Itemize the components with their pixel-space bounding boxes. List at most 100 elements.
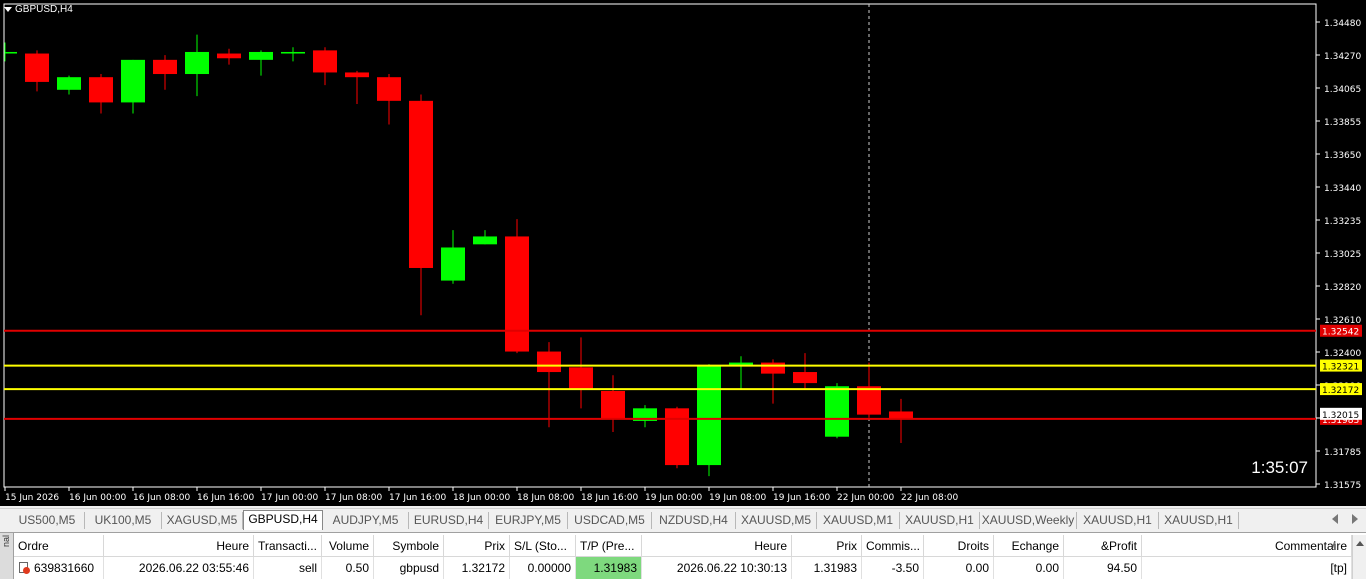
column-header-symbol[interactable]: Symbole [374, 535, 444, 557]
price-tick-label: 1.31785 [1324, 448, 1361, 458]
column-header-price[interactable]: Prix [444, 535, 510, 557]
candle-body[interactable] [441, 247, 465, 281]
cell-close_price: 1.31983 [792, 557, 862, 579]
price-tick-label: 1.32820 [1324, 283, 1361, 293]
tab-xagusd-m5-2[interactable]: XAGUSD,M5 [162, 512, 243, 529]
cell-price: 1.32172 [444, 557, 510, 579]
column-header-close_time[interactable]: Heure [642, 535, 792, 557]
tab-xauusd-m1-10[interactable]: XAUUSD,M1 [817, 512, 900, 529]
history-table-header: Ordre Heure Transacti... Volume Symbole Prix S… [14, 535, 1366, 557]
cell-comment: [tp] [1142, 557, 1352, 579]
candle-body[interactable] [121, 59, 145, 103]
candle-body[interactable] [153, 59, 177, 75]
tab-xauusd-m5-9[interactable]: XAUUSD,M5 [736, 512, 817, 529]
candle-body[interactable] [857, 386, 881, 415]
tab-xauusd-weekly-12[interactable]: XAUUSD,Weekly [980, 512, 1077, 529]
candle-body[interactable] [217, 53, 241, 59]
tab-usdcad-m5-7[interactable]: USDCAD,M5 [568, 512, 652, 529]
tab-nzdusd-h4-8[interactable]: NZDUSD,H4 [652, 512, 736, 529]
candle-body[interactable] [281, 51, 305, 54]
candle-body[interactable] [665, 408, 689, 466]
candle-body[interactable] [793, 372, 817, 384]
tabs-scroll-right-icon[interactable] [1352, 514, 1358, 524]
tab-uk100-m5-1[interactable]: UK100,M5 [85, 512, 162, 529]
tab-xauusd-h1-13[interactable]: XAUUSD,H1 [1077, 512, 1159, 529]
price-tick-label: 1.33855 [1324, 118, 1361, 128]
column-header-order[interactable]: Ordre [14, 535, 104, 557]
price-tick-label: 1.34480 [1324, 19, 1361, 29]
tab-xauusd-h1-14[interactable]: XAUUSD,H1 [1159, 512, 1239, 529]
cell-profit: 94.50 [1064, 557, 1142, 579]
time-tick-label: 16 Jun 00:00 [69, 493, 126, 503]
candle-body[interactable] [57, 77, 81, 90]
tab-us500-m5-0[interactable]: US500,M5 [10, 512, 85, 529]
candle-body[interactable] [825, 386, 849, 437]
candle-body[interactable] [89, 77, 113, 103]
price-tick-label: 1.32610 [1324, 316, 1361, 326]
tabs-scroll-left-icon[interactable] [1332, 514, 1338, 524]
time-tick-label: 15 Jun 2026 [5, 493, 59, 503]
candle-body[interactable] [409, 100, 433, 268]
sort-indicator-icon: / [1332, 540, 1336, 552]
chart-canvas[interactable]: 1.34480 1.34270 1.34065 1.33855 1.33650 1.334… [0, 0, 1366, 506]
candle-body[interactable] [537, 351, 561, 373]
time-tick-label: 16 Jun 16:00 [197, 493, 254, 503]
column-header-tp[interactable]: T/P (Pre... [576, 535, 642, 557]
price-tick-label: 1.34270 [1324, 52, 1361, 62]
candle-body[interactable] [313, 50, 337, 73]
cell-close_time: 2026.06.22 10:30:13 [642, 557, 792, 579]
column-header-exchange[interactable]: Echange [994, 535, 1064, 557]
candle-body[interactable] [473, 236, 497, 245]
column-header-type[interactable]: Transacti... [254, 535, 322, 557]
price-chart[interactable]: 1.34480 1.34270 1.34065 1.33855 1.33650 1.334… [0, 0, 1366, 506]
candle-body[interactable] [5, 51, 17, 54]
candle-body[interactable] [505, 236, 529, 352]
candle-body[interactable] [249, 51, 273, 60]
column-header-time[interactable]: Heure [104, 535, 254, 557]
time-tick-label: 18 Jun 16:00 [581, 493, 638, 503]
column-header-comment[interactable]: Commentaire [1142, 535, 1352, 557]
tab-audjpy-m5-4[interactable]: AUDJPY,M5 [323, 512, 409, 529]
column-header-profit[interactable]: &Profit [1064, 535, 1142, 557]
price-tick-label: 1.31575 [1324, 481, 1361, 491]
candle-body[interactable] [185, 51, 209, 75]
terminal-scrollbar[interactable] [1352, 535, 1366, 579]
tab-eurusd-h4-5[interactable]: EURUSD,H4 [409, 512, 489, 529]
chart-frame [3, 3, 1317, 488]
column-header-swap[interactable]: Droits [924, 535, 994, 557]
price-tick-label: 1.33650 [1324, 151, 1361, 161]
time-tick-label: 17 Jun 16:00 [389, 493, 446, 503]
column-header-close_price[interactable]: Prix [792, 535, 862, 557]
table-row[interactable]: 639831660 2026.06.22 03:55:46 sell 0.50 gbpu… [14, 557, 1366, 579]
candle-body[interactable] [601, 390, 625, 420]
price-tick-label: 1.33440 [1324, 184, 1361, 194]
cell-type: sell [254, 557, 322, 579]
time-tick-label: 22 Jun 08:00 [901, 493, 958, 503]
tab-xauusd-h1-11[interactable]: XAUUSD,H1 [900, 512, 980, 529]
candle-body[interactable] [697, 365, 721, 466]
tab-gbpusd-h4-3[interactable]: GBPUSD,H4 [243, 510, 323, 530]
cell-symbol: gbpusd [374, 557, 444, 579]
candle-body[interactable] [25, 53, 49, 82]
bar-countdown: 1:35:07 [1251, 458, 1308, 477]
time-tick-label: 19 Jun 16:00 [773, 493, 830, 503]
tab-eurjpy-m5-6[interactable]: EURJPY,M5 [489, 512, 568, 529]
candle-body[interactable] [377, 77, 401, 101]
chart-title-text: GBPUSD,H4 [15, 4, 73, 15]
cell-sl: 0.00000 [510, 557, 576, 579]
cell-swap: 0.00 [924, 557, 994, 579]
column-header-sl[interactable]: S/L (Sto... [510, 535, 576, 557]
candle-body[interactable] [345, 72, 369, 78]
column-header-commission[interactable]: Commis... [862, 535, 924, 557]
cell-commission: -3.50 [862, 557, 924, 579]
column-header-volume[interactable]: Volume [322, 535, 374, 557]
cell-order: 639831660 [14, 557, 104, 579]
order-number: 639831660 [34, 561, 95, 575]
candle-body[interactable] [761, 362, 785, 374]
chart-menu-triangle-icon[interactable] [4, 7, 12, 12]
candle-body[interactable] [569, 367, 593, 390]
terminal-side-tab[interactable]: nal [0, 533, 14, 579]
scroll-up-icon[interactable] [1356, 541, 1364, 546]
chart-symbol-label[interactable]: GBPUSD,H4 [4, 4, 73, 15]
level-price-label: 1.32172 [1322, 386, 1359, 396]
